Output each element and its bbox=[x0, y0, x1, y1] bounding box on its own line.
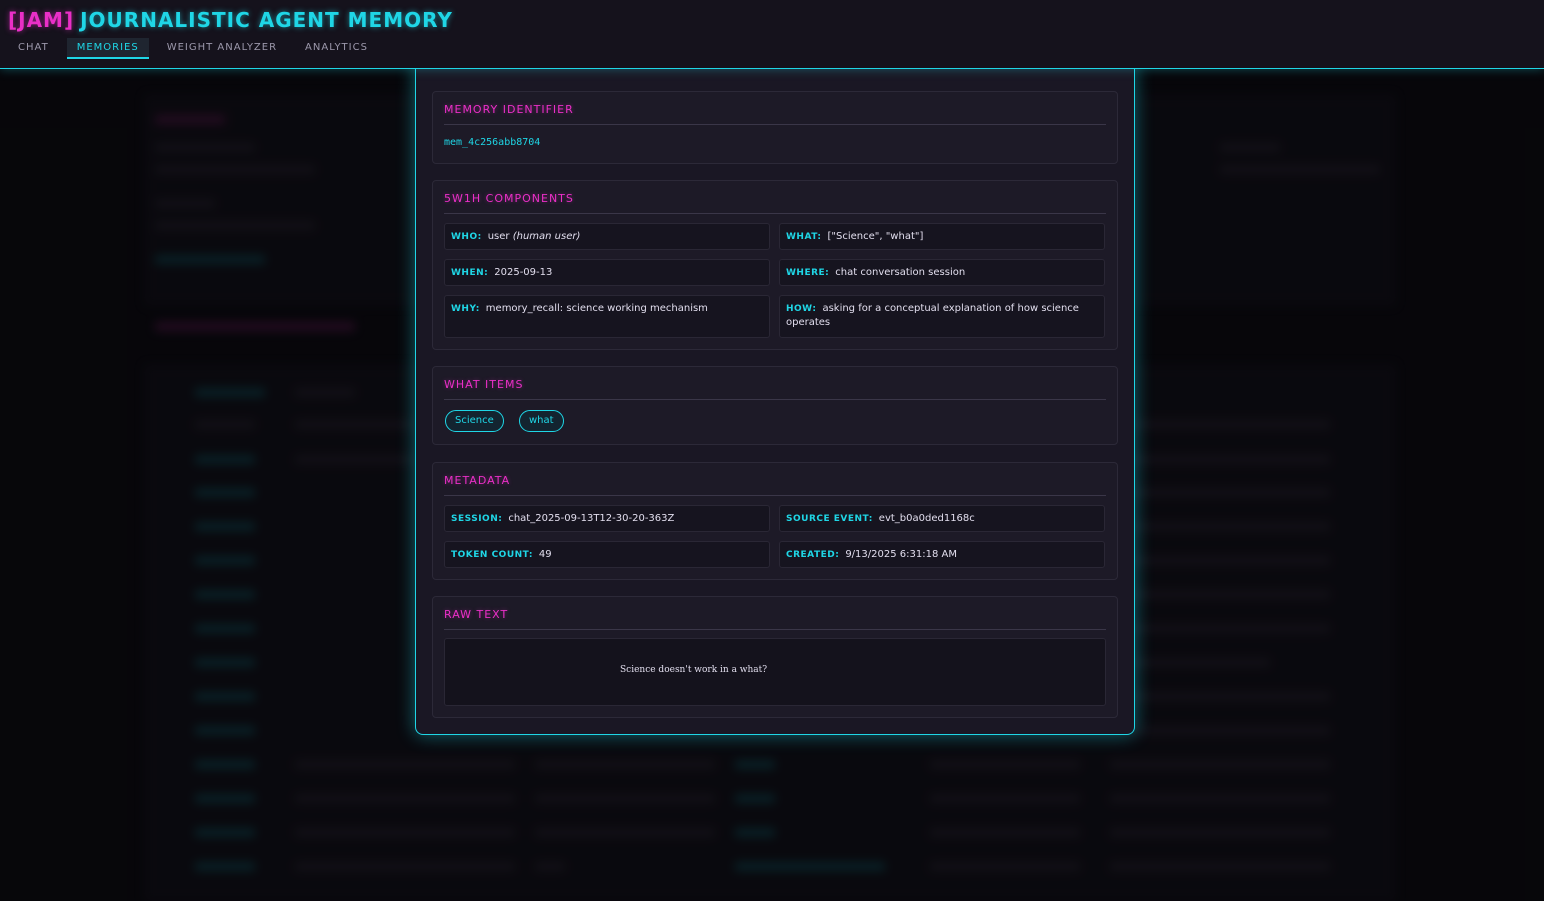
app-header: [JAM] JOURNALISTIC AGENT MEMORY CHAT MEMO… bbox=[0, 0, 1544, 69]
memory-identifier-section: MEMORY IDENTIFIER mem_4c256abb8704 bbox=[432, 91, 1118, 164]
created-value: 9/13/2025 6:31:18 AM bbox=[845, 549, 957, 560]
who-value: user bbox=[487, 231, 510, 242]
when-value: 2025-09-13 bbox=[494, 267, 553, 278]
when-field: WHEN: 2025-09-13 bbox=[444, 259, 770, 286]
memory-id-value: mem_4c256abb8704 bbox=[444, 137, 541, 148]
what-item-chip[interactable]: Science bbox=[445, 410, 504, 432]
section-divider bbox=[444, 213, 1106, 214]
when-label: WHEN: bbox=[451, 268, 489, 278]
how-value: asking for a conceptual explanation of h… bbox=[786, 303, 1079, 328]
source-event-field: SOURCE EVENT: evt_b0a0ded1168c bbox=[779, 505, 1105, 532]
why-label: WHY: bbox=[451, 304, 480, 314]
who-extra: (human user) bbox=[512, 231, 581, 242]
what-value: ["Science", "what"] bbox=[827, 231, 924, 242]
why-field: WHY: memory_recall: science working mecha… bbox=[444, 295, 770, 338]
section-divider bbox=[444, 495, 1106, 496]
section-divider bbox=[444, 629, 1106, 630]
section-divider bbox=[444, 124, 1106, 125]
section-title: WHAT ITEMS bbox=[444, 378, 524, 391]
what-label: WHAT: bbox=[786, 232, 822, 242]
section-divider bbox=[444, 399, 1106, 400]
section-title: 5W1H COMPONENTS bbox=[444, 192, 574, 205]
token-count-label: TOKEN COUNT: bbox=[451, 550, 533, 560]
session-label: SESSION: bbox=[451, 514, 503, 524]
source-event-label: SOURCE EVENT: bbox=[786, 514, 873, 524]
section-title: MEMORY IDENTIFIER bbox=[444, 103, 574, 116]
where-value: chat conversation session bbox=[835, 267, 966, 278]
why-value: memory_recall: science working mechanism bbox=[485, 303, 708, 314]
memory-detail-modal: MEMORY IDENTIFIER mem_4c256abb8704 5W1H … bbox=[415, 60, 1135, 735]
session-field: SESSION: chat_2025-09-13T12-30-20-363Z bbox=[444, 505, 770, 532]
raw-text-box: Science doesn't work in a what? bbox=[444, 638, 1106, 706]
what-items-section: WHAT ITEMS Science what bbox=[432, 366, 1118, 445]
tab-weight-analyzer[interactable]: WEIGHT ANALYZER bbox=[157, 38, 287, 59]
session-value: chat_2025-09-13T12-30-20-363Z bbox=[508, 513, 675, 524]
source-event-value: evt_b0a0ded1168c bbox=[878, 513, 975, 524]
created-label: CREATED: bbox=[786, 550, 840, 560]
what-field: WHAT: ["Science", "what"] bbox=[779, 223, 1105, 250]
what-item-chip[interactable]: what bbox=[519, 410, 564, 432]
token-count-field: TOKEN COUNT: 49 bbox=[444, 541, 770, 568]
tab-memories[interactable]: MEMORIES bbox=[66, 38, 149, 59]
tab-analytics[interactable]: ANALYTICS bbox=[295, 38, 378, 59]
tab-chat[interactable]: CHAT bbox=[8, 38, 59, 59]
how-field: HOW: asking for a conceptual explanation … bbox=[779, 295, 1105, 338]
how-label: HOW: bbox=[786, 304, 817, 314]
raw-text-content: Science doesn't work in a what? bbox=[620, 665, 768, 675]
app-title: [JAM] JOURNALISTIC AGENT MEMORY bbox=[8, 8, 453, 32]
created-field: CREATED: 9/13/2025 6:31:18 AM bbox=[779, 541, 1105, 568]
section-title: RAW TEXT bbox=[444, 608, 509, 621]
section-title: METADATA bbox=[444, 474, 511, 487]
who-field: WHO: user (human user) bbox=[444, 223, 770, 250]
raw-text-section: RAW TEXT Science doesn't work in a what? bbox=[432, 596, 1118, 718]
components-section: 5W1H COMPONENTS WHO: user (human user) WH… bbox=[432, 180, 1118, 350]
brand-name: JOURNALISTIC AGENT MEMORY bbox=[80, 8, 453, 32]
token-count-value: 49 bbox=[538, 549, 552, 560]
metadata-section: METADATA SESSION: chat_2025-09-13T12-30-2… bbox=[432, 462, 1118, 580]
brand-tag: [JAM] bbox=[8, 8, 75, 32]
who-label: WHO: bbox=[451, 232, 482, 242]
main-nav: CHAT MEMORIES WEIGHT ANALYZER ANALYTICS bbox=[8, 38, 386, 60]
where-label: WHERE: bbox=[786, 268, 830, 278]
where-field: WHERE: chat conversation session bbox=[779, 259, 1105, 286]
